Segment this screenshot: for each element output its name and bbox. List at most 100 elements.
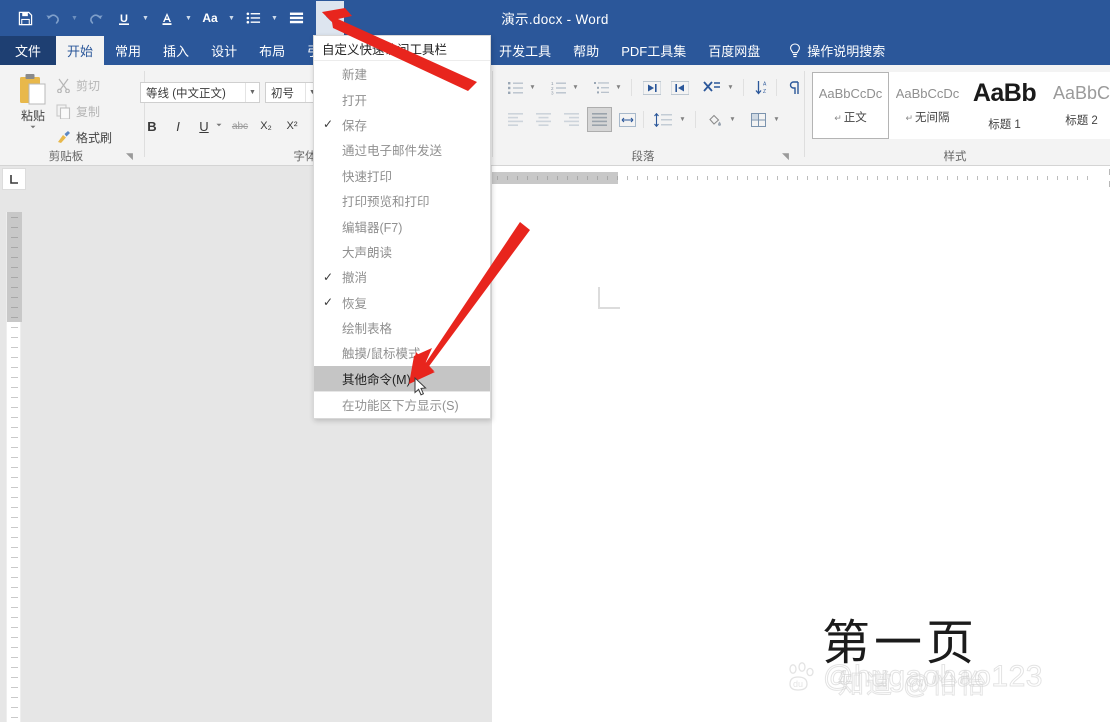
menu-item-touch-mouse-mode[interactable]: 触摸/鼠标模式	[314, 340, 490, 365]
underline-button[interactable]: U	[193, 115, 215, 137]
paste-caret-icon[interactable]: ⏷	[10, 124, 56, 132]
tab-file[interactable]: 文件	[0, 36, 57, 65]
tab-stop-selector[interactable]	[2, 168, 26, 190]
undo-icon-glyph	[46, 14, 59, 24]
ribbon-tab-bar: 文件 开始 常用 插入 设计 布局 引用 邮件 审阅 视图 开发工具 帮助 PD…	[0, 36, 1110, 65]
menu-item-more-commands[interactable]: 其他命令(M)	[314, 365, 490, 392]
asian-layout-button[interactable]	[700, 77, 724, 98]
menu-item-draw-table[interactable]: 绘制表格	[314, 315, 490, 340]
font-name-combo[interactable]: 等线 (中文正文) ▼	[140, 82, 260, 103]
borders-button[interactable]	[748, 109, 769, 130]
italic-button[interactable]: I	[167, 115, 189, 137]
paragraph-dialog-launcher[interactable]: ◥	[780, 151, 791, 162]
underline-caret-icon[interactable]: ▼	[139, 5, 152, 31]
line-spacing-icon[interactable]	[283, 5, 309, 31]
bullets-caret-icon[interactable]: ▼	[527, 77, 538, 98]
save-icon[interactable]	[12, 5, 38, 31]
menu-item-email[interactable]: 通过电子邮件发送	[314, 137, 490, 162]
copy-button[interactable]: 复制	[56, 103, 100, 120]
style-tile-no-spacing[interactable]: AaBbCcDc ↵ 无间隔	[889, 72, 966, 139]
justify-button[interactable]	[587, 107, 612, 132]
change-case-icon[interactable]: Aa	[197, 5, 223, 31]
align-center-button[interactable]	[533, 109, 554, 130]
undo-icon[interactable]	[40, 5, 66, 31]
menu-item-redo[interactable]: ✓ 恢复	[314, 290, 490, 315]
style-tile-heading-1[interactable]: AaBb 标题 1	[966, 72, 1043, 139]
ruler-tick	[997, 176, 998, 180]
font-size-combo[interactable]: 初号 ▼	[265, 82, 320, 103]
multilevel-list-caret-icon[interactable]: ▼	[613, 77, 624, 98]
superscript-button[interactable]: X²	[281, 115, 303, 137]
menu-item-editor[interactable]: 编辑器(F7)	[314, 213, 490, 238]
paste-button[interactable]: 粘贴 ⏷	[10, 73, 56, 132]
bullet-list-icon[interactable]	[240, 5, 266, 31]
line-spacing-caret-icon[interactable]: ▼	[677, 109, 688, 130]
asian-layout-caret-icon[interactable]: ▼	[725, 77, 736, 98]
ruler-tick	[11, 527, 18, 528]
tab-pdf-tools[interactable]: PDF工具集	[610, 36, 697, 65]
format-painter-button[interactable]: 格式刷	[56, 129, 112, 146]
style-tile-heading-2[interactable]: AaBbC 标题 2	[1043, 72, 1110, 139]
numbering-button[interactable]: 1 2 3	[548, 77, 569, 98]
underline-caret-icon[interactable]: ⏷	[213, 115, 225, 137]
tab-baidu-disk[interactable]: 百度网盘	[697, 36, 771, 65]
horizontal-ruler[interactable]	[492, 168, 1110, 188]
style-name: ↵ 正文	[834, 109, 867, 125]
subscript-button[interactable]: X₂	[255, 115, 277, 137]
change-case-caret-icon[interactable]: ▼	[225, 5, 238, 31]
document-body-text[interactable]: 第一页	[822, 603, 978, 673]
strikethrough-button[interactable]: abc	[229, 115, 251, 137]
menu-item-print-preview[interactable]: 打印预览和打印	[314, 188, 490, 213]
quick-access-more-button[interactable]	[316, 1, 344, 35]
menu-item-show-below-ribbon[interactable]: 在功能区下方显示(S)	[314, 391, 490, 416]
decrease-indent-button[interactable]	[641, 77, 662, 98]
menu-item-read-aloud[interactable]: 大声朗读	[314, 239, 490, 264]
borders-caret-icon[interactable]: ▼	[771, 109, 782, 130]
clipboard-dialog-launcher[interactable]: ◥	[124, 151, 135, 162]
tab-common[interactable]: 常用	[104, 36, 152, 65]
menu-item-new[interactable]: 新建	[314, 61, 490, 86]
distribute-button[interactable]	[617, 109, 638, 130]
multilevel-list-button[interactable]	[591, 77, 612, 98]
redo-icon[interactable]	[83, 5, 109, 31]
bullets-button[interactable]	[505, 77, 526, 98]
menu-item-label: 编辑器(F7)	[342, 220, 403, 235]
underline-icon[interactable]: U	[111, 5, 137, 31]
menu-item-open[interactable]: 打开	[314, 86, 490, 111]
shading-button[interactable]	[704, 109, 725, 130]
tab-home[interactable]: 开始	[56, 36, 105, 65]
tab-developer[interactable]: 开发工具	[488, 36, 562, 65]
menu-item-quick-print[interactable]: 快速打印	[314, 163, 490, 188]
ruler-tick	[827, 176, 828, 180]
shading-caret-icon[interactable]: ▼	[727, 109, 738, 130]
tab-layout[interactable]: 布局	[248, 36, 296, 65]
tab-insert[interactable]: 插入	[152, 36, 200, 65]
align-right-button[interactable]	[561, 109, 582, 130]
document-area[interactable]: 第一页	[492, 188, 1110, 722]
align-left-button[interactable]	[505, 109, 526, 130]
text-color-caret-icon[interactable]: ▼	[182, 5, 195, 31]
ruler-tick	[11, 627, 18, 628]
increase-indent-button[interactable]	[669, 77, 690, 98]
undo-caret-icon[interactable]: ▼	[68, 5, 81, 31]
numbered-list-icon: 1 2 3	[551, 81, 566, 95]
tab-help[interactable]: 帮助	[562, 36, 610, 65]
document-page[interactable]: 第一页	[492, 188, 1110, 722]
style-tile-body[interactable]: AaBbCcDc ↵ 正文	[812, 72, 889, 139]
show-formatting-marks-button[interactable]	[784, 77, 805, 98]
text-color-icon[interactable]	[154, 5, 180, 31]
ruler-tick	[11, 687, 18, 688]
vertical-ruler[interactable]	[6, 212, 22, 722]
menu-item-undo[interactable]: ✓ 撤消	[314, 264, 490, 289]
bullet-list-caret-icon[interactable]: ▼	[268, 5, 281, 31]
menu-item-save[interactable]: ✓ 保存	[314, 112, 490, 137]
tell-me-search[interactable]: 操作说明搜索	[771, 36, 895, 65]
sort-button[interactable]: A Z	[752, 77, 773, 98]
font-size-value: 初号	[271, 87, 294, 100]
font-name-caret-icon[interactable]: ▼	[245, 83, 259, 102]
line-spacing-button[interactable]	[651, 109, 675, 130]
cut-button[interactable]: 剪切	[56, 77, 100, 94]
tab-design[interactable]: 设计	[200, 36, 248, 65]
bold-button[interactable]: B	[141, 115, 163, 137]
numbering-caret-icon[interactable]: ▼	[570, 77, 581, 98]
